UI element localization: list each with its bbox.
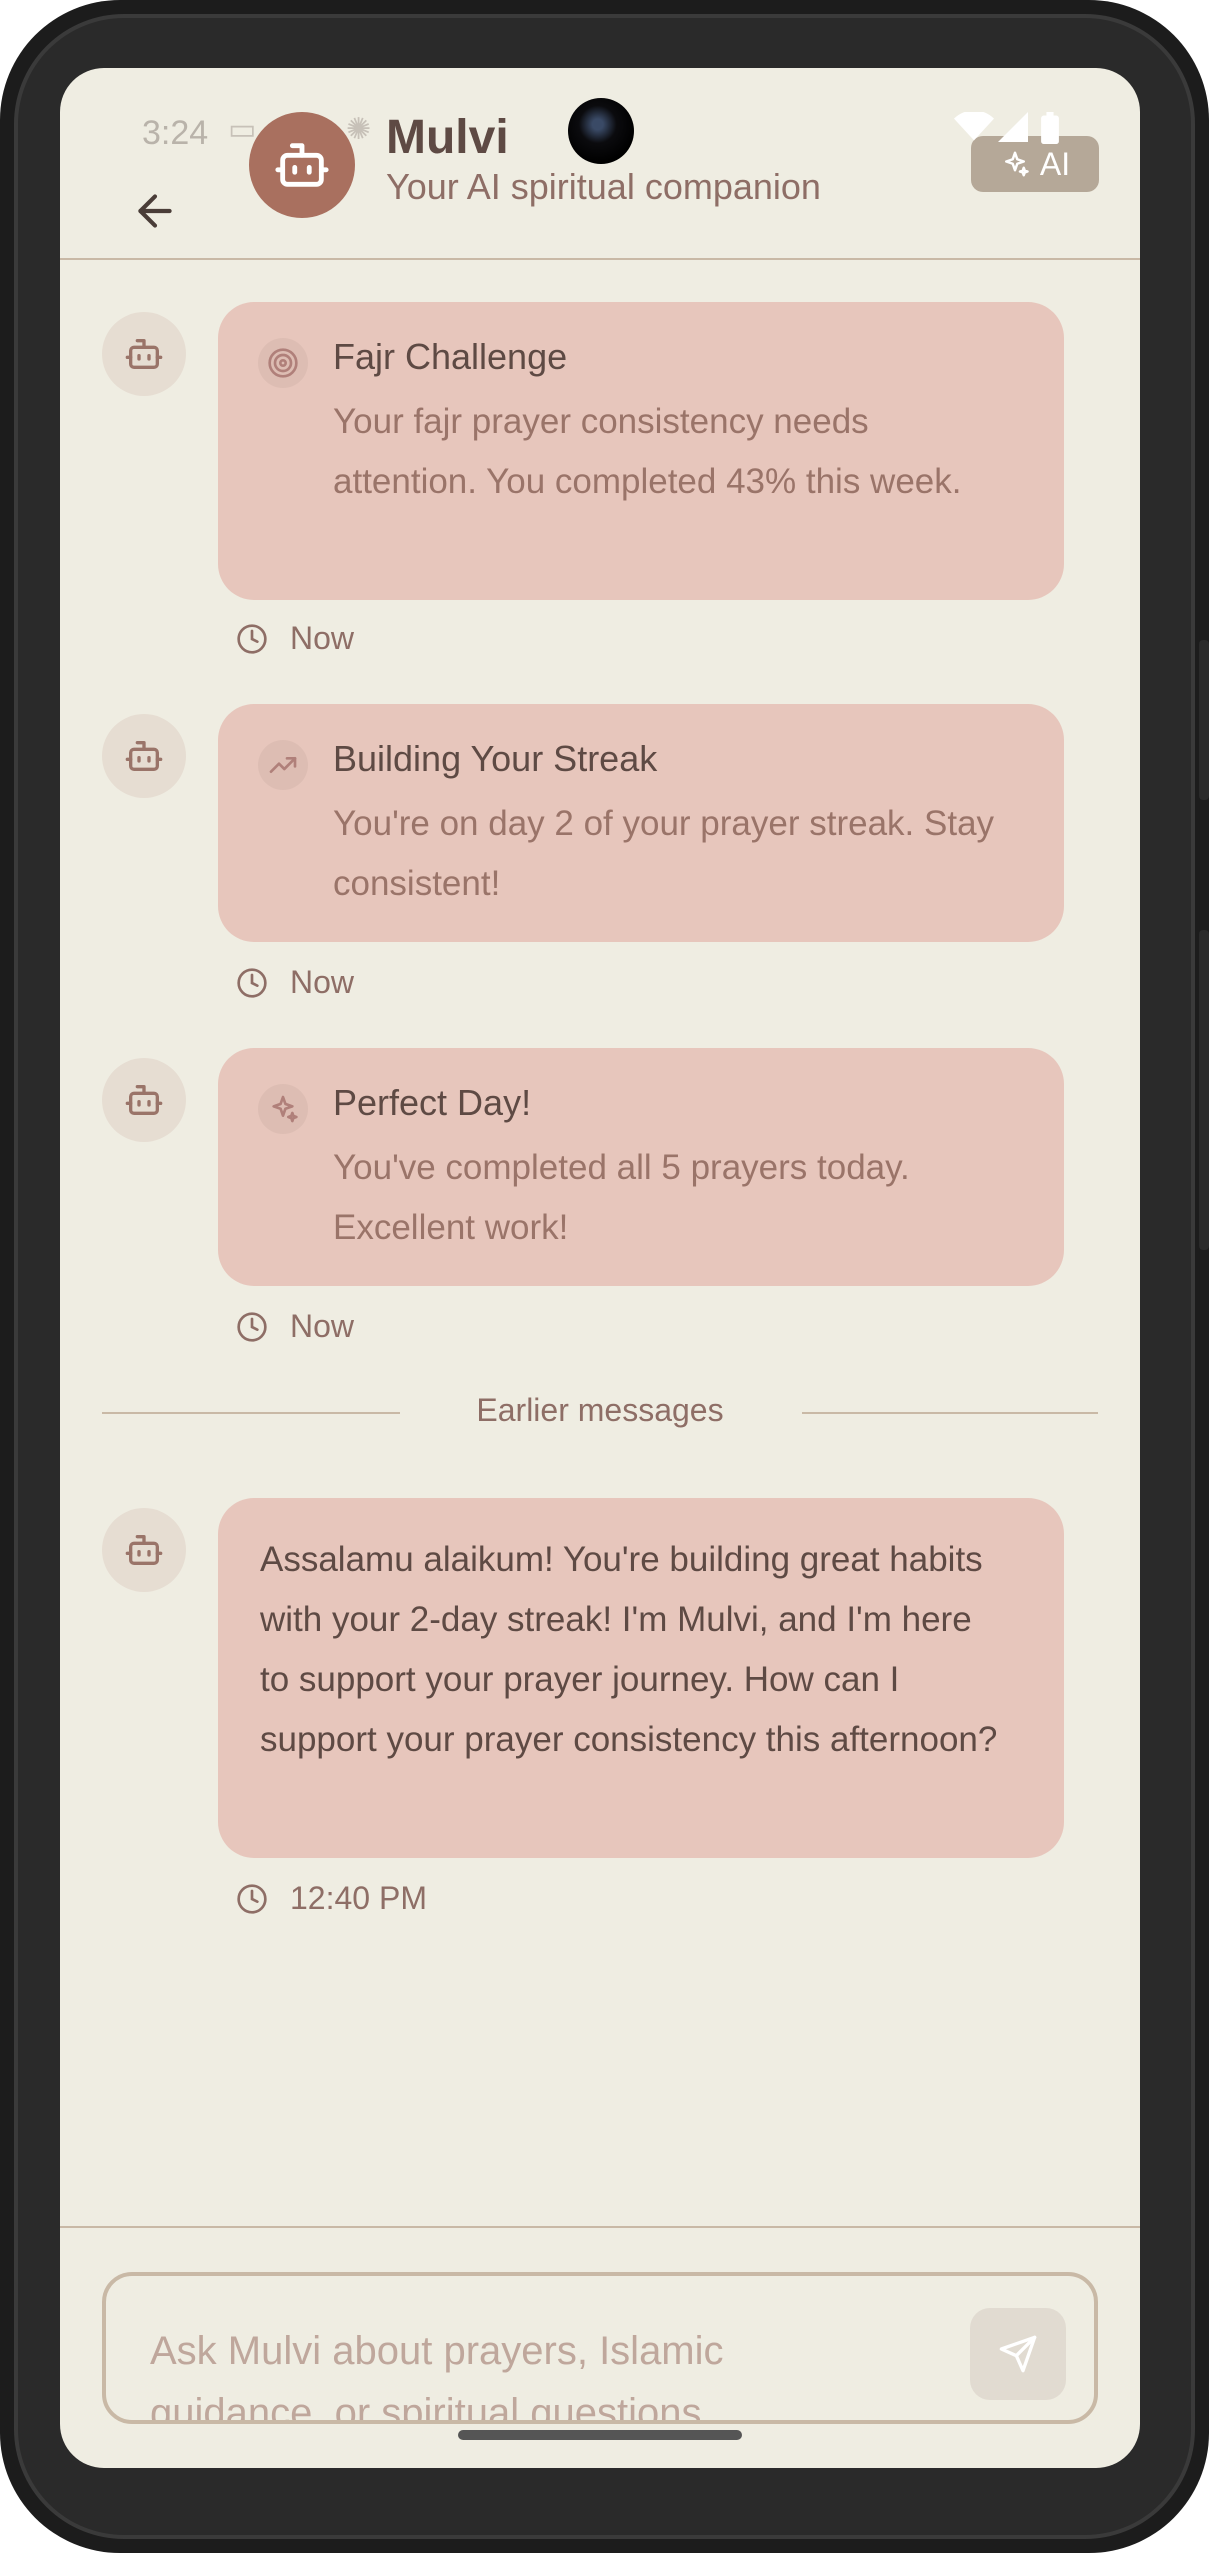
bot-icon: [125, 339, 163, 369]
phone-frame: Mulvi Your AI spiritual companion AI 3:2…: [0, 0, 1209, 2553]
card-icon: [258, 740, 308, 790]
clock-icon: [237, 967, 267, 998]
message-card: Perfect Day! You've completed all 5 pray…: [218, 1048, 1064, 1286]
bot-icon: [125, 1535, 163, 1565]
target-icon: [268, 348, 298, 378]
clock-icon: [237, 1311, 267, 1342]
bot-avatar: [102, 312, 186, 396]
signal-icon: [998, 112, 1028, 150]
card-icon: [258, 1084, 308, 1134]
status-time: 3:24: [142, 114, 209, 152]
input-placeholder: Ask Mulvi about prayers, Islamic guidanc…: [150, 2329, 735, 2424]
home-indicator[interactable]: [458, 2430, 742, 2440]
arrow-left-icon: [138, 194, 172, 228]
earlier-messages-label: Earlier messages: [476, 1392, 724, 1428]
card-title: Perfect Day!: [333, 1082, 532, 1123]
back-button[interactable]: [130, 186, 180, 236]
send-icon: [999, 2335, 1037, 2373]
message-input[interactable]: Ask Mulvi about prayers, Islamic guidanc…: [102, 2272, 1098, 2424]
card-body: Your fajr prayer consistency needs atten…: [333, 402, 962, 501]
calendar-icon: ▭: [228, 112, 257, 147]
power-button: [1199, 930, 1209, 1250]
message-timestamp: Now: [236, 620, 354, 657]
timestamp-label: Now: [290, 1308, 355, 1344]
volume-button: [1199, 640, 1209, 800]
card-title: Building Your Streak: [333, 738, 658, 779]
send-button[interactable]: [970, 2308, 1066, 2400]
bot-icon: [125, 1085, 163, 1115]
timestamp-label: Now: [290, 620, 355, 656]
message-card: Building Your Streak You're on day 2 of …: [218, 704, 1064, 942]
card-title: Fajr Challenge: [333, 336, 568, 377]
card-body: You're on day 2 of your prayer streak. S…: [333, 804, 995, 903]
bot-icon: [125, 741, 163, 771]
settings-icon: ✺: [346, 112, 372, 147]
front-camera: [568, 98, 634, 164]
message-timestamp: Now: [236, 964, 354, 1001]
clock-icon: [237, 1883, 267, 1914]
message-timestamp: 12:40 PM: [236, 1880, 427, 1917]
battery-icon: [1040, 112, 1060, 152]
card-body: You've completed all 5 prayers today. Ex…: [333, 1148, 910, 1247]
app-screen: Mulvi Your AI spiritual companion AI 3:2…: [60, 68, 1140, 2468]
message-timestamp: Now: [236, 1308, 354, 1345]
trending-up-icon: [269, 757, 297, 773]
clock-icon: [237, 623, 267, 654]
bot-avatar: [102, 1058, 186, 1142]
card-icon: [258, 338, 308, 388]
timestamp-label: 12:40 PM: [290, 1880, 427, 1916]
message-bubble: Assalamu alaikum! You're building great …: [218, 1498, 1064, 1858]
timestamp-label: Now: [290, 964, 355, 1000]
page-subtitle: Your AI spiritual companion: [386, 166, 821, 207]
bot-avatar: [102, 714, 186, 798]
message-body: Assalamu alaikum! You're building great …: [260, 1540, 998, 1759]
sparkles-icon: [272, 1095, 298, 1123]
bot-avatar: [102, 1508, 186, 1592]
wifi-icon: [954, 110, 994, 150]
message-card: Fajr Challenge Your fajr prayer consiste…: [218, 302, 1064, 600]
